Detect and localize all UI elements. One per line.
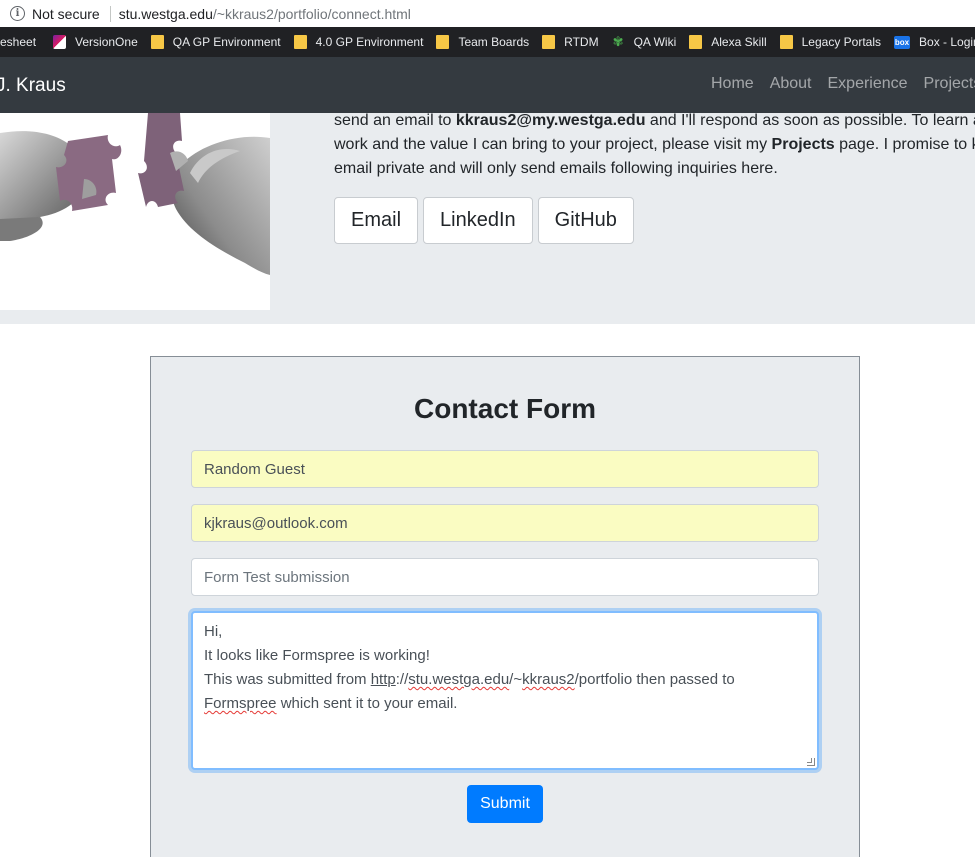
address-separator	[109, 5, 111, 22]
intro-text-part: send an email to	[334, 113, 456, 129]
message-text: Formspree	[204, 695, 277, 712]
navbar-brand[interactable]: J. Kraus	[0, 75, 66, 97]
nav-link-about[interactable]: About	[770, 75, 812, 93]
message-text: This was submitted from	[204, 671, 371, 688]
linkedin-button[interactable]: LinkedIn	[423, 197, 533, 244]
message-text: /~	[509, 671, 523, 688]
contact-form: Contact Form Random Guest kjkraus@outloo…	[150, 356, 860, 857]
bookmark-label: Alexa Skill	[711, 35, 767, 49]
bookmark-legacy-portals[interactable]: Legacy Portals	[779, 35, 882, 49]
message-textarea[interactable]: Hi, It looks like Formspree is working! …	[191, 611, 819, 770]
folder-icon	[542, 35, 556, 49]
bookmark-rtdm[interactable]: RTDM	[542, 35, 599, 49]
message-text: /portfolio then passed to	[574, 671, 735, 688]
message-line: This was submitted from http://stu.westg…	[204, 668, 806, 692]
email-button[interactable]: Email	[334, 197, 419, 244]
folder-icon	[150, 35, 164, 49]
bookmark-esheet[interactable]: esheet	[0, 35, 36, 49]
message-text: ://	[395, 671, 409, 688]
info-icon[interactable]: i	[10, 6, 25, 21]
puzzle-hands-image	[0, 113, 270, 310]
submit-button[interactable]: Submit	[467, 785, 543, 823]
intro-text-part: page. I promise to k	[834, 136, 975, 153]
contact-links: Email LinkedIn GitHub	[334, 197, 639, 244]
github-button[interactable]: GitHub	[537, 197, 634, 244]
message-line: It looks like Formspree is working!	[204, 647, 430, 664]
site-navbar: J. Kraus Home About Experience Projects	[0, 57, 975, 113]
message-line: Hi,	[204, 623, 223, 640]
projects-emphasis: Projects	[771, 136, 835, 153]
intro-text-part: email private and will only send emails …	[334, 160, 778, 177]
bookmark-label: Team Boards	[458, 35, 530, 49]
folder-icon	[293, 35, 307, 49]
message-text: kkraus2	[522, 671, 575, 688]
email-input[interactable]: kjkraus@outlook.com	[191, 504, 819, 542]
intro-text: send an email to kkraus2@my.westga.edu a…	[334, 113, 975, 181]
bookmark-label: 4.0 GP Environment	[315, 35, 424, 49]
url-path[interactable]: /~kkraus2/portfolio/connect.html	[213, 6, 411, 22]
nav-link-home[interactable]: Home	[711, 75, 754, 93]
bookmark-label: QA Wiki	[633, 35, 677, 49]
security-label[interactable]: Not secure	[32, 6, 100, 22]
contact-form-title: Contact Form	[414, 393, 596, 424]
versionone-icon	[53, 35, 67, 49]
message-line: Formspree which sent it to your email.	[204, 692, 806, 716]
browser-address-bar[interactable]: i Not secure stu.westga.edu/~kkraus2/por…	[0, 0, 975, 27]
contact-email: kkraus2@my.westga.edu	[455, 113, 646, 129]
bookmarks-bar: esheet VersionOne QA GP Environment 4.0 …	[0, 27, 975, 57]
bookmark-team-boards[interactable]: Team Boards	[436, 35, 529, 49]
bookmark-label: QA GP Environment	[172, 35, 281, 49]
name-input[interactable]: Random Guest	[191, 450, 819, 488]
bookmark-versionone[interactable]: VersionOne	[53, 35, 138, 49]
bookmark-label: RTDM	[564, 35, 599, 49]
bookmark-qa-wiki[interactable]: ✾ QA Wiki	[612, 34, 677, 50]
resize-handle-icon[interactable]	[807, 758, 815, 766]
box-icon: box	[894, 35, 911, 49]
bookmark-label: Box - Login	[919, 35, 975, 49]
nav-link-projects[interactable]: Projects	[924, 75, 975, 93]
message-text: stu.westga.edu	[408, 671, 510, 688]
bookmark-4-0-gp-environment[interactable]: 4.0 GP Environment	[293, 35, 424, 49]
folder-icon	[779, 35, 793, 49]
nav-link-experience[interactable]: Experience	[828, 75, 908, 93]
folder-icon	[436, 35, 450, 49]
message-text: which sent it to your email.	[276, 695, 458, 712]
bookmark-label: esheet	[0, 35, 37, 49]
bookmark-box-login[interactable]: box Box - Login	[894, 35, 975, 49]
bookmark-label: Legacy Portals	[801, 35, 882, 49]
bookmark-label: VersionOne	[75, 35, 138, 49]
folder-icon	[689, 35, 703, 49]
url-host[interactable]: stu.westga.edu	[119, 6, 213, 22]
subject-input[interactable]: Form Test submission	[191, 558, 819, 596]
message-text: http	[370, 671, 396, 688]
intro-text-part: work and the value I can bring to your p…	[334, 136, 772, 153]
intro-section: send an email to kkraus2@my.westga.edu a…	[0, 113, 975, 324]
bookmark-qa-gp-environment[interactable]: QA GP Environment	[150, 35, 281, 49]
intro-text-part: and I'll respond as soon as possible. To…	[645, 113, 975, 129]
wiki-icon: ✾	[612, 34, 624, 49]
bookmark-alexa-skill[interactable]: Alexa Skill	[689, 35, 767, 49]
nav-links: Home About Experience Projects	[711, 75, 975, 93]
